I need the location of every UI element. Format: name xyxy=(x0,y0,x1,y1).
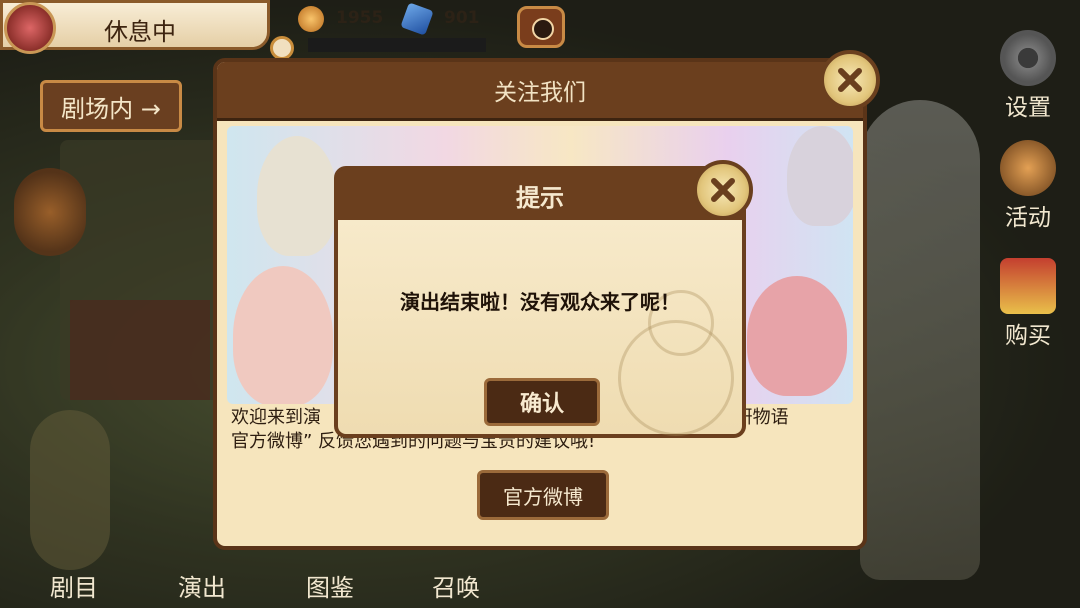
prompt-message: 演出结束啦！没有观众来了呢！ xyxy=(400,290,680,314)
camera-icon[interactable] xyxy=(517,6,565,48)
prompt-close-button[interactable] xyxy=(693,160,753,220)
status-text: 休息中 xyxy=(104,18,176,46)
shop-label: 购买 xyxy=(1005,323,1051,349)
follow-panel-title: 关注我们 xyxy=(217,62,863,121)
close-icon xyxy=(838,68,862,92)
banner-character xyxy=(747,276,847,396)
events-label: 活动 xyxy=(1005,205,1051,231)
perform-button[interactable]: 演出 xyxy=(178,568,226,603)
gallery-button[interactable]: 图鉴 xyxy=(306,568,354,603)
confirm-button[interactable]: 确认 xyxy=(484,378,600,426)
prompt-dialog: 提示 演出结束啦！没有观众来了呢！ 确认 xyxy=(334,166,746,438)
close-icon xyxy=(711,178,735,202)
heart-icon xyxy=(4,2,56,54)
settings-label: 设置 xyxy=(1005,95,1051,121)
shop-button[interactable]: 购买 xyxy=(988,258,1068,350)
gem-count: 901 xyxy=(444,8,480,28)
progress-bar xyxy=(308,38,486,52)
coin-icon xyxy=(298,6,324,32)
monkey-moon-icon xyxy=(1000,140,1056,196)
events-button[interactable]: 活动 xyxy=(988,140,1068,232)
theater-button[interactable]: 剧场内 → xyxy=(40,80,182,132)
follow-close-button[interactable] xyxy=(820,50,880,110)
repertoire-button[interactable]: 剧目 xyxy=(50,568,98,603)
monkey-video-icon[interactable] xyxy=(14,168,86,256)
banner-character xyxy=(233,266,333,404)
coin-count: 1955 xyxy=(336,8,384,28)
banner-character xyxy=(787,126,853,226)
gift-box-icon xyxy=(1000,258,1056,314)
official-weibo-button[interactable]: 官方微博 xyxy=(477,470,609,520)
gear-icon xyxy=(1000,30,1056,86)
banner-character xyxy=(257,136,337,256)
settings-button[interactable]: 设置 xyxy=(988,30,1068,122)
prompt-title: 提示 xyxy=(338,170,742,220)
timer-icon xyxy=(270,36,294,60)
summon-button[interactable]: 召唤 xyxy=(432,568,480,603)
